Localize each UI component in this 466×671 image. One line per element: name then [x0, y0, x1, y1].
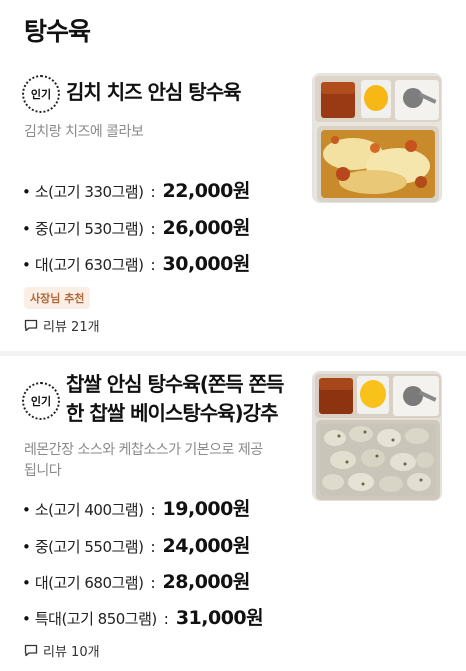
size-label: 중(고기 530그램) [34, 220, 144, 238]
size-label: 소(고기 400그램) [34, 501, 144, 519]
price-option-medium: • 중(고기 550그램) : 24,000원 [22, 531, 250, 558]
owner-recommend-badge: 사장님 추천 [24, 287, 91, 309]
price: 24,000원 [162, 535, 251, 557]
price: 26,000원 [162, 217, 251, 239]
menu-name-row: 인기 찹쌀 안심 탕수육(쫀득 쫀득 한 찹쌀 베이스탕수육)강추 [22, 370, 302, 428]
menu-description-line: 됩니다 [24, 463, 62, 479]
bullet: • [22, 574, 31, 592]
popular-badge: 인기 [22, 75, 60, 113]
price: 30,000원 [162, 253, 251, 275]
food-photo-icon [313, 372, 441, 500]
review-count-label: 리뷰 10개 [43, 645, 100, 660]
menu-description: 김치랑 치즈에 콜라보 [24, 124, 144, 140]
size-label: 소(고기 330그램) [34, 183, 144, 201]
menu-item-kimchi-cheese-tangsuyuk[interactable]: 인기 김치 치즈 안심 탕수육 김치랑 치즈에 콜라보 • 소(고기 330그램… [0, 60, 466, 352]
size-label: 중(고기 550그램) [34, 538, 144, 556]
size-label: 대(고기 680그램) [34, 574, 144, 592]
price: 28,000원 [162, 571, 251, 593]
menu-photo[interactable] [312, 371, 442, 501]
bullet: • [22, 538, 31, 556]
price: 31,000원 [175, 607, 264, 629]
bullet: • [22, 183, 31, 201]
price-option-extra-large: • 특대(고기 850그램) : 31,000원 [22, 603, 264, 630]
food-photo-icon [313, 74, 441, 202]
size-label: 특대(고기 850그램) [34, 610, 157, 628]
speech-bubble-icon [24, 644, 38, 657]
speech-bubble-icon [24, 319, 38, 332]
price: 22,000원 [162, 180, 251, 202]
review-count[interactable]: 리뷰 21개 [24, 316, 100, 335]
menu-name: 찹쌀 안심 탕수육(쫀득 쫀득 한 찹쌀 베이스탕수육)강추 [66, 370, 302, 428]
popular-badge-label: 인기 [30, 395, 52, 408]
colon-separator: : [150, 538, 156, 556]
colon-separator: : [150, 183, 156, 201]
bullet: • [22, 610, 31, 628]
price-option-small: • 소(고기 330그램) : 22,000원 [22, 176, 250, 203]
size-label: 대(고기 630그램) [34, 256, 144, 274]
price-option-small: • 소(고기 400그램) : 19,000원 [22, 494, 250, 521]
bullet: • [22, 501, 31, 519]
colon-separator: : [150, 501, 156, 519]
bullet: • [22, 256, 31, 274]
menu-description: 레몬간장 소스와 케찹소스가 기본으로 제공 됩니다 [24, 440, 306, 482]
popular-badge: 인기 [22, 382, 60, 420]
menu-name-line: 한 찹쌀 베이스탕수육)강추 [66, 401, 278, 425]
menu-name: 김치 치즈 안심 탕수육 [66, 80, 242, 104]
section-title: 탕수육 [24, 17, 91, 46]
menu-photo[interactable] [312, 73, 442, 203]
bullet: • [22, 220, 31, 238]
menu-description-line: 레몬간장 소스와 케찹소스가 기본으로 제공 [24, 442, 263, 458]
review-count[interactable]: 리뷰 10개 [24, 641, 100, 660]
colon-separator: : [150, 256, 156, 274]
colon-separator: : [150, 220, 156, 238]
price-option-large: • 대(고기 630그램) : 30,000원 [22, 249, 250, 276]
price-option-large: • 대(고기 680그램) : 28,000원 [22, 567, 250, 594]
menu-name-line: 찹쌀 안심 탕수육(쫀득 쫀득 [66, 372, 284, 396]
popular-badge-label: 인기 [30, 88, 52, 101]
price: 19,000원 [162, 498, 251, 520]
review-count-label: 리뷰 21개 [43, 320, 100, 335]
price-option-medium: • 중(고기 530그램) : 26,000원 [22, 213, 250, 240]
colon-separator: : [163, 610, 169, 628]
colon-separator: : [150, 574, 156, 592]
menu-name-row: 인기 김치 치즈 안심 탕수육 [22, 75, 302, 113]
menu-item-chapssal-tangsuyuk[interactable]: 인기 찹쌀 안심 탕수육(쫀득 쫀득 한 찹쌀 베이스탕수육)강추 레몬간장 소… [0, 356, 466, 671]
